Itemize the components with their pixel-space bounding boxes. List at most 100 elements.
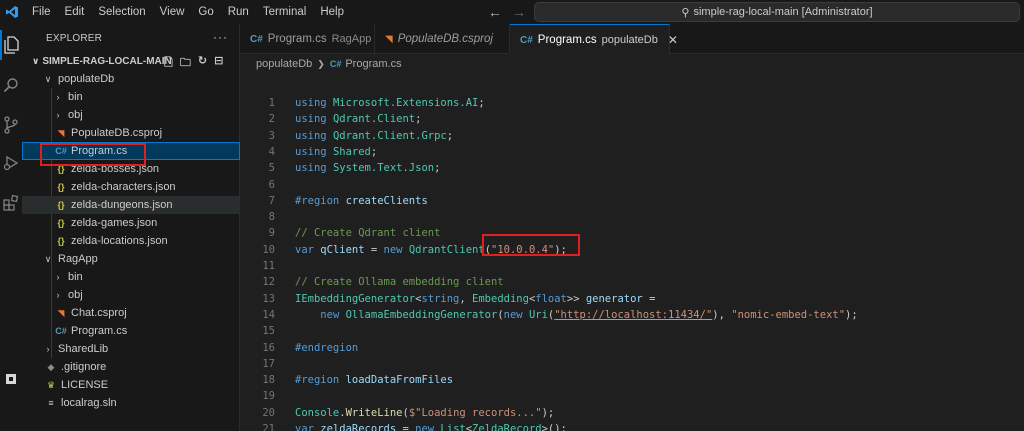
line-number: 20	[262, 406, 275, 419]
menu-run[interactable]: Run	[221, 0, 256, 24]
json-file-icon: {}	[57, 236, 65, 246]
tree-item-label: zelda-games.json	[71, 217, 158, 229]
accounts-icon[interactable]	[0, 364, 22, 394]
code-line[interactable]: // Create Ollama embedding client	[295, 276, 504, 288]
tree-item[interactable]: › obj	[22, 106, 240, 124]
nav-arrows: ← →	[488, 0, 526, 24]
tree-item[interactable]: › bin	[22, 268, 240, 286]
line-number: 4	[268, 145, 275, 158]
menu-edit[interactable]: Edit	[58, 0, 92, 24]
command-center[interactable]: ⚲ simple-rag-local-main [Administrator]	[534, 2, 1020, 22]
tab-description: populateDb	[601, 34, 658, 46]
tree-item[interactable]: ◥ Chat.csproj	[22, 304, 240, 322]
code-line[interactable]: // Create Qdrant client	[295, 227, 440, 239]
close-icon[interactable]: ✕	[668, 33, 678, 47]
tab-program-cs-populatedb[interactable]: C# Program.cs populateDb ✕	[510, 24, 678, 55]
tree-item-label: LICENSE	[61, 379, 109, 391]
code-line[interactable]: using Qdrant.Client.Grpc;	[295, 130, 453, 142]
tree-item-label: populateDb	[58, 73, 115, 85]
tab-populatedb-csproj[interactable]: ◥ PopulateDB.csproj	[375, 24, 510, 54]
menu-file[interactable]: File	[25, 0, 58, 24]
explorer-icon[interactable]	[0, 30, 22, 60]
source-control-icon[interactable]	[0, 110, 22, 140]
json-file-icon: {}	[57, 200, 65, 210]
code-line[interactable]: using Shared;	[295, 146, 377, 158]
code-line[interactable]: using Qdrant.Client;	[295, 113, 421, 125]
search-icon[interactable]	[0, 70, 22, 100]
tree-item[interactable]: {} zelda-characters.json	[22, 178, 240, 196]
line-number: 13	[262, 292, 275, 305]
line-number: 15	[262, 325, 275, 338]
line-number: 19	[262, 390, 275, 403]
extensions-icon[interactable]	[0, 188, 22, 218]
solution-file-icon: ≡	[48, 398, 54, 408]
forward-arrow-icon[interactable]: →	[512, 4, 526, 20]
tree-item-label: Chat.csproj	[71, 307, 127, 319]
tree-item[interactable]: C# Program.cs	[22, 322, 240, 340]
tree-item[interactable]: ∨ populateDb	[22, 70, 240, 88]
code-line[interactable]: #endregion	[295, 342, 358, 354]
tree-item[interactable]: ∨ RagApp	[22, 250, 240, 268]
back-arrow-icon[interactable]: ←	[488, 4, 502, 20]
more-actions-icon[interactable]: ···	[213, 30, 228, 44]
tree-item[interactable]: › bin	[22, 88, 240, 106]
tree-item[interactable]: {} zelda-games.json	[22, 214, 240, 232]
line-number: 3	[268, 129, 275, 142]
menu-go[interactable]: Go	[191, 0, 220, 24]
breadcrumb-file[interactable]: Program.cs	[345, 58, 401, 70]
explorer-sidebar: EXPLORER ··· ∨ SIMPLE-RAG-LOCAL-MAIN 🗋 🗀…	[22, 24, 240, 431]
tree-item[interactable]: ♛ LICENSE	[22, 376, 240, 394]
tree-item[interactable]: {} zelda-locations.json	[22, 232, 240, 250]
line-number: 7	[268, 194, 275, 207]
chevron-down-icon: ∨	[44, 73, 52, 84]
line-number: 2	[268, 113, 275, 126]
menu-terminal[interactable]: Terminal	[256, 0, 313, 24]
tree-item-label: RagApp	[58, 253, 98, 265]
line-number: 16	[262, 341, 275, 354]
tab-program-cs-ragapp[interactable]: C# Program.cs RagApp	[240, 24, 375, 54]
csproj-file-icon: ◥	[385, 33, 393, 45]
code-line[interactable]: using Microsoft.Extensions.AI;	[295, 97, 485, 109]
code-line[interactable]: using System.Text.Json;	[295, 162, 440, 174]
code-line[interactable]: #region createClients	[295, 195, 428, 207]
tree-item-label: SharedLib	[58, 343, 109, 355]
line-number: 18	[262, 374, 275, 387]
workspace-root[interactable]: ∨ SIMPLE-RAG-LOCAL-MAIN 🗋 🗀 ↻ ⊟	[22, 52, 240, 70]
chevron-right-icon: ›	[56, 92, 60, 102]
tree-item-label: Program.cs	[71, 325, 128, 337]
breadcrumb-folder[interactable]: populateDb	[256, 58, 312, 70]
code-line[interactable]: var zeldaRecords = new List<ZeldaRecord>…	[295, 423, 567, 431]
workspace-root-label: SIMPLE-RAG-LOCAL-MAIN	[42, 55, 172, 67]
tree-item-label: obj	[68, 289, 83, 301]
menu-selection[interactable]: Selection	[91, 0, 152, 24]
tab-label: Program.cs	[267, 33, 327, 45]
line-number: 10	[262, 243, 275, 256]
tree-item[interactable]: › obj	[22, 286, 240, 304]
tree-item-label: zelda-dungeons.json	[71, 199, 173, 211]
highlight-box-program-cs	[40, 143, 146, 166]
code-line[interactable]: #region loadDataFromFiles	[295, 374, 453, 386]
tree-item[interactable]: › SharedLib	[22, 340, 240, 358]
code-line[interactable]: new OllamaEmbeddingGenerator(new Uri("ht…	[295, 309, 857, 321]
chevron-down-icon: ∨	[44, 253, 52, 264]
code-line[interactable]: IEmbeddingGenerator<string, Embedding<fl…	[295, 293, 655, 305]
menu-help[interactable]: Help	[313, 0, 351, 24]
line-number: 11	[262, 260, 275, 272]
code-editor[interactable]: 1 using Microsoft.Extensions.AI; 2 using Qd…	[240, 73, 1024, 431]
tree-item-label: bin	[68, 91, 83, 103]
line-number: 5	[268, 162, 275, 175]
explorer-header: EXPLORER ···	[22, 24, 240, 52]
tree-item[interactable]: ◥ PopulateDB.csproj	[22, 124, 240, 142]
tree-item[interactable]: {} zelda-dungeons.json	[22, 196, 240, 214]
code-line[interactable]: Console.WriteLine($"Loading records...")…	[295, 407, 554, 419]
editor-tabs: C# Program.cs RagApp ◥ PopulateDB.csproj…	[240, 24, 1024, 55]
line-number: 8	[268, 211, 275, 224]
license-file-icon: ♛	[46, 379, 56, 390]
menu-view[interactable]: View	[153, 0, 192, 24]
tree-item[interactable]: ◆ .gitignore	[22, 358, 240, 376]
tree-item-label: obj	[68, 109, 83, 121]
tree-item-label: .gitignore	[61, 361, 107, 373]
tree-item[interactable]: ≡ localrag.sln	[22, 394, 240, 412]
csharp-file-icon: C#	[329, 59, 342, 69]
run-debug-icon[interactable]	[0, 148, 22, 178]
